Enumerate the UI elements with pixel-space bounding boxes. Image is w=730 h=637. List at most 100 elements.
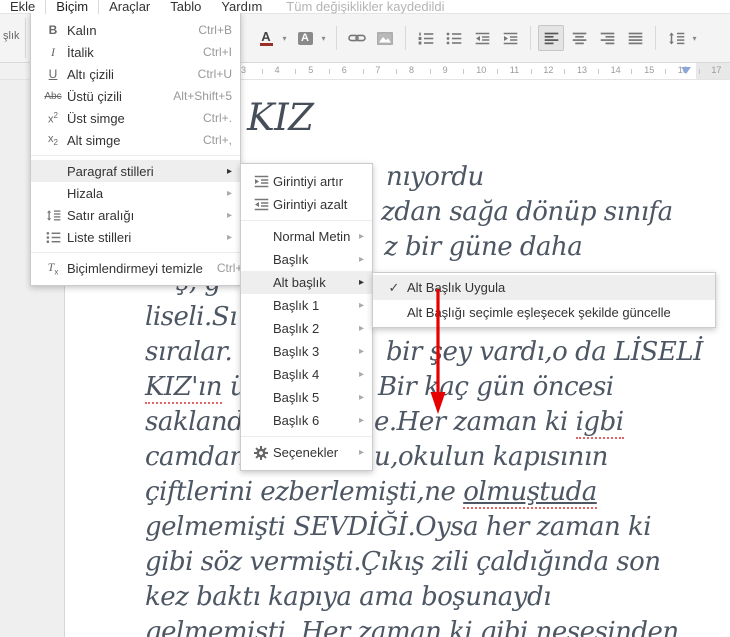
ruler-tick xyxy=(597,69,599,74)
doc-text-line: liseli.Sı xyxy=(145,301,237,333)
line-spacing-icon xyxy=(668,32,684,44)
format-menu-item-üstü-çizili[interactable]: Abc Üstü çizili Alt+Shift+5 xyxy=(31,85,240,107)
insert-link-button[interactable] xyxy=(344,25,370,51)
styles-menu-item-başlık-3[interactable]: Başlık 3 ▸ xyxy=(241,340,372,363)
right-indent-marker[interactable] xyxy=(681,67,691,74)
styles-menu-item-başlık-4[interactable]: Başlık 4 ▸ xyxy=(241,363,372,386)
toolbar-separator xyxy=(405,26,406,50)
submenu-arrow-icon: ▸ xyxy=(226,187,232,199)
align-right-button[interactable] xyxy=(594,25,620,51)
align-right-icon xyxy=(600,32,614,44)
submenu-arrow-icon: ▸ xyxy=(358,300,364,311)
ruler-number: 9 xyxy=(442,65,448,75)
numbered-list-button[interactable] xyxy=(413,25,439,51)
doc-text: gelmemişti SEVDİĞİ.Oysa her zaman ki xyxy=(145,512,652,542)
indent-decrease-button[interactable] xyxy=(469,25,495,51)
doc-text: e.Her zaman ki xyxy=(374,407,576,437)
menubar-item-yardım[interactable]: Yardım xyxy=(211,0,272,14)
menu-item-label: Alt Başlık Uygula xyxy=(407,280,506,295)
menubar-item-tablo[interactable]: Tablo xyxy=(160,0,211,14)
doc-text: camdan xyxy=(145,442,246,472)
menubar-item-biçim[interactable]: Biçim xyxy=(45,0,100,14)
styles-menu-item-başlık-5[interactable]: Başlık 5 ▸ xyxy=(241,386,372,409)
menu-item-label: Alt Başlığı seçimle eşleşecek şekilde gü… xyxy=(407,305,671,320)
styles-menu-item-alt-başlık[interactable]: Alt başlık ▸ xyxy=(241,271,372,294)
align-justify-icon xyxy=(628,32,642,44)
format-menu-item-hizala[interactable]: Hizala ▸ xyxy=(31,182,240,204)
submenu-arrow-icon: ▸ xyxy=(358,447,364,458)
indent-increase-icon xyxy=(503,32,517,44)
styles-menu-item-başlık[interactable]: Başlık ▸ xyxy=(241,248,372,271)
highlight-color-button[interactable]: A xyxy=(292,25,318,51)
submenu-arrow-icon: ▸ xyxy=(358,369,364,380)
ruler-tick xyxy=(698,69,700,74)
format-menu-item-liste-stilleri[interactable]: Liste stilleri ▸ xyxy=(31,226,240,248)
paragraph-style-dropdown[interactable]: şlık xyxy=(3,30,20,42)
format-menu-item-paragraf-stilleri[interactable]: Paragraf stilleri ▸ xyxy=(31,160,240,182)
styles-menu-item-başlık-2[interactable]: Başlık 2 ▸ xyxy=(241,317,372,340)
insert-image-icon xyxy=(377,31,393,45)
doc-text-squiggle: igbi xyxy=(575,407,624,439)
format-menu-item-satır-aralığı[interactable]: Satır aralığı ▸ xyxy=(31,204,240,226)
ruler-number: 12 xyxy=(543,65,554,75)
indent-increase-button[interactable] xyxy=(497,25,523,51)
doc-text: zdan sağa dönüp sınıfa xyxy=(381,197,673,227)
toolbar-separator xyxy=(530,26,531,50)
format-menu-item-alt-simge[interactable]: x2 Alt simge Ctrl+, xyxy=(31,129,240,151)
text-color-icon: A xyxy=(259,28,273,46)
align-justify-button[interactable] xyxy=(622,25,648,51)
ruler-tick xyxy=(530,69,532,74)
chevron-down-icon[interactable]: ▾ xyxy=(280,34,289,43)
doc-text-squiggle: KIZ'ın xyxy=(145,372,222,404)
subtitle-menu-item-alt-başlık-uygula[interactable]: ✓ Alt Başlık Uygula xyxy=(373,275,715,300)
styles-menu-item-başlık-1[interactable]: Başlık 1 ▸ xyxy=(241,294,372,317)
menu-separator xyxy=(31,252,240,253)
text-color-button[interactable]: A xyxy=(253,25,279,51)
styles-menu-item-normal-metin[interactable]: Normal Metin ▸ xyxy=(241,225,372,248)
align-center-button[interactable] xyxy=(566,25,592,51)
submenu-arrow-icon: ▸ xyxy=(226,165,232,177)
menu-item-label: Başlık 4 xyxy=(273,367,320,382)
line-spacing-button[interactable] xyxy=(663,25,689,51)
google-docs-window: KIZ nıyordu zdan sağa dönüp sınıfa z bir gü… xyxy=(0,0,730,637)
format-menu-item-i̇talik[interactable]: I İtalik Ctrl+I xyxy=(31,41,240,63)
styles-menu-item-seçenekler[interactable]: Seçenekler ▸ xyxy=(241,441,372,464)
menu-item-label: Üst simge xyxy=(67,110,125,126)
numbered-list-icon xyxy=(418,32,434,44)
subtitle-menu-item-alt-başlığı-seçimle-eşleşecek-şekilde-güncelle[interactable]: Alt Başlığı seçimle eşleşecek şekilde gü… xyxy=(373,300,715,325)
styles-menu-item-girintiyi-azalt[interactable]: Girintiyi azalt xyxy=(241,193,372,216)
format-menu-item-üst-simge[interactable]: x2 Üst simge Ctrl+. xyxy=(31,107,240,129)
styles-menu-item-başlık-6[interactable]: Başlık 6 ▸ xyxy=(241,409,372,432)
chevron-down-icon[interactable]: ▾ xyxy=(690,34,699,43)
bulleted-list-button[interactable] xyxy=(441,25,467,51)
align-center-icon xyxy=(572,32,586,44)
doc-text: u,okulun kapısının xyxy=(374,442,608,472)
doc-text-line: e.Her zaman ki igbi xyxy=(374,406,624,439)
styles-menu-item-girintiyi-artır[interactable]: Girintiyi artır xyxy=(241,170,372,193)
menubar-item-araçlar[interactable]: Araçlar xyxy=(99,0,160,14)
submenu-arrow-icon: ▸ xyxy=(358,254,364,265)
menubar-item-ekle[interactable]: Ekle xyxy=(0,0,45,14)
underline-icon: U xyxy=(48,67,58,81)
format-menu-item-biçimlendirmeyi-temizle[interactable]: Tx Biçimlendirmeyi temizle Ctrl+\ xyxy=(31,257,246,279)
insert-image-button[interactable] xyxy=(372,25,398,51)
subscript-icon: x2 xyxy=(48,132,58,148)
doc-text: sakland xyxy=(145,407,244,437)
submenu-arrow-icon: ▸ xyxy=(358,231,364,242)
chevron-down-icon[interactable]: ▾ xyxy=(319,34,328,43)
doc-text-line: gelmemişti. Her zaman ki gibi neşesinden xyxy=(145,616,679,637)
doc-text-line: u,okulun kapısının xyxy=(374,441,608,473)
menu-item-label: Satır aralığı xyxy=(67,207,135,223)
indent-decrease-icon xyxy=(475,32,489,44)
menubar-items: Ekle Biçim Araçlar Tablo Yardım xyxy=(0,0,272,14)
italic-icon: I xyxy=(51,44,55,59)
align-left-button[interactable] xyxy=(538,25,564,51)
doc-text: kez baktı kapıya ama boşunaydı xyxy=(145,582,551,612)
ruler-tick xyxy=(295,69,297,74)
check-icon: ✓ xyxy=(388,279,400,295)
format-menu: B Kalın Ctrl+B I İtalik Ctrl+I U Altı çizili Ctr… xyxy=(30,12,246,286)
doc-text-line: sakland xyxy=(145,406,244,438)
format-menu-item-kalın[interactable]: B Kalın Ctrl+B xyxy=(31,19,240,41)
doc-text: sıralar. xyxy=(145,337,233,367)
format-menu-item-altı-çizili[interactable]: U Altı çizili Ctrl+U xyxy=(31,63,240,85)
